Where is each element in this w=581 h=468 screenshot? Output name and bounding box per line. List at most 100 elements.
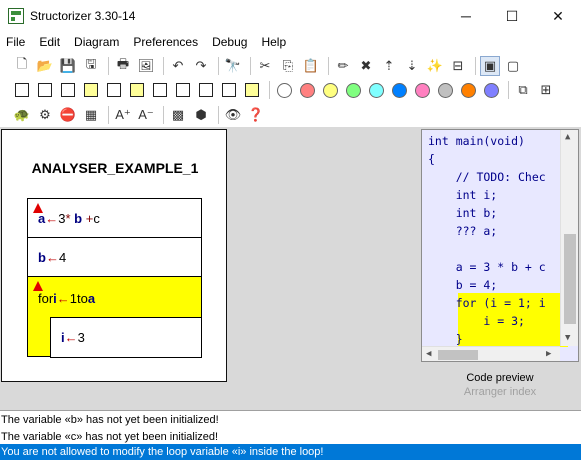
analyser-message[interactable]: The variable «c» has not yet been initia… [0, 429, 581, 445]
copy-icon[interactable]: ⎘ [278, 56, 298, 76]
font-down-icon[interactable]: A⁻ [136, 105, 156, 125]
executor-gear-icon[interactable]: ⚙ [35, 105, 55, 125]
scroll-right-icon[interactable]: ▶ [546, 349, 551, 359]
color-pink-button[interactable] [412, 80, 432, 100]
analyser-message[interactable]: The variable «b» has not yet been initia… [0, 412, 581, 428]
code-preview-panel: int main(void) { // TODO: Chec int i; in… [421, 129, 579, 399]
toolbar-file-edit: 🗋 📂 💾 🖫 🖶 🖼 ↶ ↷ 🔭 ✂ ⎘ 📋 ✏ ✖ ⇡ ⇣ ✨ ⊟ ▣ ▢ [12, 54, 526, 78]
menu-preferences[interactable]: Preferences [126, 35, 205, 49]
color-gray-button[interactable] [435, 80, 455, 100]
collapse-icon[interactable]: ⊟ [448, 56, 468, 76]
color-cyan-button[interactable] [366, 80, 386, 100]
title-bar: Structorizer 3.30-14 ─ ☐ ✕ [0, 0, 581, 32]
find-icon[interactable]: 🔭 [223, 56, 243, 76]
menu-help[interactable]: Help [254, 35, 293, 49]
add-repeat-loop-icon[interactable] [127, 80, 147, 100]
horizontal-scrollbar[interactable]: ◀ ▶ [422, 346, 560, 361]
hide-icon[interactable]: 👁 [223, 105, 243, 125]
print-icon[interactable]: 🖶 [113, 56, 133, 76]
menu-debug[interactable]: Debug [205, 35, 254, 49]
maximize-button[interactable]: ☐ [489, 0, 535, 32]
add-case-icon[interactable] [58, 80, 78, 100]
color-violet-button[interactable] [481, 80, 501, 100]
scroll-down-icon[interactable]: ▼ [565, 333, 570, 343]
add-call-icon[interactable] [173, 80, 193, 100]
tab-code-preview[interactable]: Code preview [421, 372, 579, 384]
toolbar-separator [250, 57, 251, 75]
add-for-loop-icon[interactable] [81, 80, 101, 100]
toolbar-separator [269, 81, 270, 99]
move-down-icon[interactable]: ⇣ [402, 56, 422, 76]
analyser-message-selected[interactable]: You are not allowed to modify the loop v… [0, 444, 581, 460]
new-file-icon[interactable]: 🗋 [12, 56, 32, 76]
window-controls: ─ ☐ ✕ [443, 0, 581, 32]
code-line: int main(void) [428, 134, 525, 148]
analyser-warning-icon [33, 203, 43, 213]
diagram-arrange-icon[interactable]: ⧉ [513, 80, 533, 100]
add-forever-loop-icon[interactable] [150, 80, 170, 100]
save-icon[interactable]: 💾 [58, 56, 78, 76]
code-line: for (i = 1; i [428, 296, 546, 310]
menu-file[interactable]: File [0, 35, 32, 49]
horizontal-scroll-thumb[interactable] [438, 350, 478, 360]
code-line: int i; [428, 188, 498, 202]
instruction-b[interactable]: b ← 4 [27, 237, 202, 277]
analyser-message-list[interactable]: The variable «b» has not yet been initia… [0, 410, 581, 468]
redo-icon[interactable]: ↷ [191, 56, 211, 76]
switch-text-icon[interactable]: ▦ [81, 105, 101, 125]
analyser-warning-icon [33, 281, 43, 291]
diagram-title[interactable]: ANALYSER_EXAMPLE_1 [2, 160, 228, 176]
delete-element-icon[interactable]: ✖ [356, 56, 376, 76]
tab-arranger-index[interactable]: Arranger index [421, 386, 579, 399]
code-line: a = 3 * b + c [428, 260, 546, 274]
code-line: // TODO: Chec [428, 170, 546, 184]
transmute-icon[interactable]: ✨ [425, 56, 445, 76]
nsd-diagram[interactable]: ANALYSER_EXAMPLE_1 a ← 3 * b + c b ← 4 f… [1, 129, 227, 382]
paste-icon[interactable]: 📋 [301, 56, 321, 76]
move-up-icon[interactable]: ⇡ [379, 56, 399, 76]
dark-box-icon[interactable]: ⬢ [191, 105, 211, 125]
color-red-button[interactable] [297, 80, 317, 100]
toolbar-separator [108, 57, 109, 75]
color-orange-button[interactable] [458, 80, 478, 100]
add-jump-icon[interactable] [196, 80, 216, 100]
scroll-up-icon[interactable]: ▲ [565, 132, 570, 142]
scroll-left-icon[interactable]: ◀ [426, 349, 431, 359]
minimize-button[interactable]: ─ [443, 0, 489, 32]
toolbar-separator [163, 57, 164, 75]
open-folder-icon[interactable]: 📂 [35, 56, 55, 76]
add-instruction-icon[interactable] [12, 80, 32, 100]
menu-diagram[interactable]: Diagram [67, 35, 126, 49]
vertical-scroll-thumb[interactable] [564, 234, 576, 324]
code-analyser-stop-icon[interactable]: ⛔ [58, 105, 78, 125]
cut-icon[interactable]: ✂ [255, 56, 275, 76]
add-alternative-icon[interactable] [35, 80, 55, 100]
close-button[interactable]: ✕ [535, 0, 581, 32]
color-white-button[interactable] [274, 80, 294, 100]
save-all-icon[interactable]: 🖫 [81, 56, 101, 76]
paint-3d-icon[interactable]: ▩ [168, 105, 188, 125]
code-preview-area[interactable]: int main(void) { // TODO: Chec int i; in… [421, 129, 579, 362]
add-parallel-icon[interactable] [219, 80, 239, 100]
toolbar-tools: 🐢 ⚙ ⛔ ▦ A⁺ A⁻ ▩ ⬢ 👁 ❓ [12, 103, 269, 127]
run-turtle-icon[interactable]: 🐢 [12, 105, 32, 125]
add-while-loop-icon[interactable] [104, 80, 124, 100]
unboxed-view-icon[interactable]: ▣ [480, 56, 500, 76]
color-blue-button[interactable] [389, 80, 409, 100]
color-yellow-button[interactable] [320, 80, 340, 100]
export-picture-icon[interactable]: 🖼 [136, 56, 156, 76]
menu-edit[interactable]: Edit [32, 35, 67, 49]
color-green-button[interactable] [343, 80, 363, 100]
about-help-icon[interactable]: ❓ [246, 105, 266, 125]
vertical-scrollbar[interactable]: ▲ ▼ [560, 130, 578, 346]
font-up-icon[interactable]: A⁺ [113, 105, 133, 125]
loop-body-instruction-i[interactable]: i ← 3 [50, 317, 202, 358]
code-line: int b; [428, 206, 498, 220]
edit-element-icon[interactable]: ✏ [333, 56, 353, 76]
instruction-a[interactable]: a ← 3 * b + c [27, 198, 202, 238]
diagram-outline-icon[interactable]: ⊞ [536, 80, 556, 100]
boxed-view-icon[interactable]: ▢ [503, 56, 523, 76]
undo-icon[interactable]: ↶ [168, 56, 188, 76]
code-line: b = 4; [428, 278, 498, 292]
add-try-icon[interactable] [242, 80, 262, 100]
